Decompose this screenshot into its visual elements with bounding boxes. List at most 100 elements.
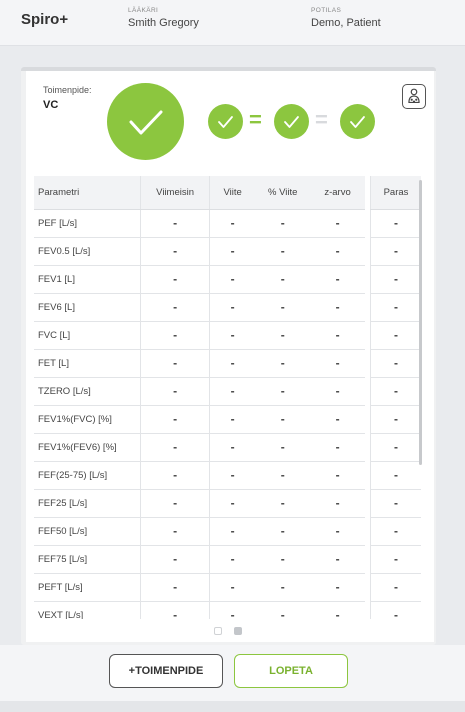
table-row: FEF(25-75) [L/s] - - - - (34, 461, 365, 490)
reference-cell: - (209, 293, 256, 322)
table-row: - (370, 517, 421, 546)
z-score-cell: - (310, 321, 365, 350)
best-value-cell: - (370, 489, 421, 518)
parameters-table: Parametri Viimeisin Viite % Viite z-arvo… (34, 176, 365, 619)
page-indicator-2[interactable] (234, 627, 242, 635)
trial-2-checkmark-icon (274, 104, 309, 139)
table-row: VEXT [L/s] - - - - (34, 601, 365, 619)
reference-cell: - (209, 601, 256, 619)
percent-reference-cell: - (255, 433, 311, 462)
best-value-cell: - (370, 209, 421, 238)
percent-reference-cell: - (255, 405, 311, 434)
table-row: - (370, 489, 421, 518)
person-icon (408, 88, 420, 104)
patient-label: POTILAS (311, 7, 342, 14)
col-header-reference: Viite (209, 176, 256, 210)
table-row: FEF25 [L/s] - - - - (34, 489, 365, 518)
table-row: - (370, 433, 421, 462)
bottom-strip (0, 701, 465, 712)
z-score-cell: - (310, 405, 365, 434)
table-row: - (370, 377, 421, 406)
col-header-parameter: Parametri (34, 176, 142, 210)
table-row: - (370, 237, 421, 266)
z-score-cell: - (310, 293, 365, 322)
percent-reference-cell: - (255, 321, 311, 350)
table-row: - (370, 405, 421, 434)
reference-cell: - (209, 545, 256, 574)
table-row: - (370, 209, 421, 238)
best-value-cell: - (370, 293, 421, 322)
best-value-cell: - (370, 349, 421, 378)
doctor-name: Smith Gregory (128, 17, 199, 29)
reference-cell: - (209, 377, 256, 406)
table-row: FEV6 [L] - - - - (34, 293, 365, 322)
reference-cell: - (209, 237, 256, 266)
reference-cell: - (209, 209, 256, 238)
z-score-cell: - (310, 461, 365, 490)
percent-reference-cell: - (255, 517, 311, 546)
equals-sign-active: = (249, 107, 262, 132)
best-value-cell: - (370, 405, 421, 434)
percent-reference-cell: - (255, 461, 311, 490)
doctor-info: LÄÄKÄRI Smith Gregory (128, 7, 199, 29)
param-cell: FEF(25-75) [L/s] (34, 461, 142, 490)
percent-reference-cell: - (255, 209, 311, 238)
z-score-cell: - (310, 489, 365, 518)
param-cell: FEF50 [L/s] (34, 517, 142, 546)
percent-reference-cell: - (255, 237, 311, 266)
param-cell: FEV6 [L] (34, 293, 142, 322)
doctor-label: LÄÄKÄRI (128, 7, 159, 14)
table-row: PEFT [L/s] - - - - (34, 573, 365, 602)
last-value-cell: - (140, 405, 210, 434)
app-header: Spiro+ LÄÄKÄRI Smith Gregory POTILAS Dem… (0, 0, 465, 46)
z-score-cell: - (310, 517, 365, 546)
best-value-cell: - (370, 265, 421, 294)
param-cell: FEV1%(FEV6) [%] (34, 433, 142, 462)
last-value-cell: - (140, 377, 210, 406)
z-score-cell: - (310, 601, 365, 619)
param-cell: TZERO [L/s] (34, 377, 142, 406)
best-value-cell: - (370, 545, 421, 574)
last-value-cell: - (140, 349, 210, 378)
param-cell: FET [L] (34, 349, 142, 378)
param-cell: VEXT [L/s] (34, 601, 142, 619)
col-header-percent-reference: % Viite (255, 176, 311, 210)
page-indicator-1[interactable] (214, 627, 222, 635)
table-row: - (370, 601, 421, 619)
param-cell: FVC [L] (34, 321, 142, 350)
finish-button[interactable]: LOPETA (234, 654, 348, 688)
trial-3-checkmark-icon (340, 104, 375, 139)
table-row: - (370, 265, 421, 294)
reference-cell: - (209, 405, 256, 434)
last-value-cell: - (140, 489, 210, 518)
table-row: FEV1%(FEV6) [%] - - - - (34, 433, 365, 462)
param-cell: PEFT [L/s] (34, 573, 142, 602)
person-icon-button[interactable] (402, 84, 426, 109)
col-header-best: Paras (370, 176, 421, 210)
table-row: PEF [L/s] - - - - (34, 209, 365, 238)
add-procedure-button[interactable]: +TOIMENPIDE (109, 654, 223, 688)
big-checkmark-icon (107, 83, 184, 160)
percent-reference-cell: - (255, 349, 311, 378)
table-row: - (370, 293, 421, 322)
table-row: FVC [L] - - - - (34, 321, 365, 350)
app-title: Spiro+ (21, 11, 69, 28)
reference-cell: - (209, 321, 256, 350)
results-table: Parametri Viimeisin Viite % Viite z-arvo… (34, 176, 425, 619)
percent-reference-cell: - (255, 573, 311, 602)
z-score-cell: - (310, 349, 365, 378)
best-value-cell: - (370, 321, 421, 350)
param-cell: PEF [L/s] (34, 209, 142, 238)
percent-reference-cell: - (255, 601, 311, 619)
z-score-cell: - (310, 573, 365, 602)
equals-sign-inactive: = (315, 107, 328, 132)
param-cell: FEF25 [L/s] (34, 489, 142, 518)
table-row: FEV0.5 [L/s] - - - - (34, 237, 365, 266)
table-scrollbar[interactable] (419, 180, 422, 465)
table-row: - (370, 545, 421, 574)
z-score-cell: - (310, 545, 365, 574)
last-value-cell: - (140, 237, 210, 266)
last-value-cell: - (140, 321, 210, 350)
table-header-row: Paras (370, 176, 421, 210)
procedure-label: Toimenpide: (43, 85, 92, 95)
